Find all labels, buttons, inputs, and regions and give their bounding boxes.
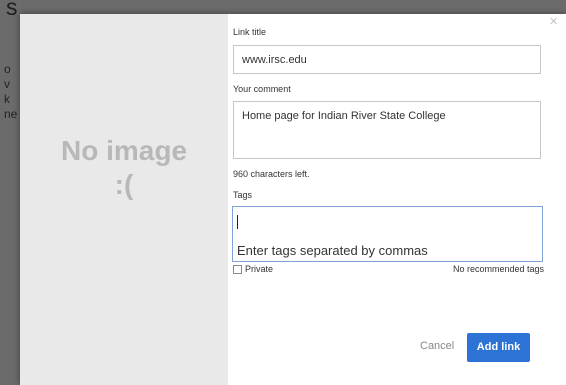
text-caret: [237, 215, 238, 229]
tags-placeholder: Enter tags separated by commas: [237, 243, 428, 258]
image-preview-placeholder: No image :(: [20, 14, 228, 385]
private-checkbox[interactable]: [233, 265, 242, 275]
private-label: Private: [245, 264, 274, 274]
characters-left-text: 960 characters left.: [233, 169, 310, 179]
add-link-dialog: No image :( × Link title Your comment Ho…: [20, 14, 566, 385]
link-title-label: Link title: [233, 27, 267, 37]
add-link-button[interactable]: Add link: [467, 333, 530, 362]
comment-label: Your comment: [233, 84, 291, 94]
link-title-input[interactable]: [233, 45, 541, 74]
close-icon[interactable]: ×: [549, 14, 558, 30]
tags-input[interactable]: Enter tags separated by commas: [232, 206, 543, 262]
comment-textarea[interactable]: Home page for Indian River State College: [233, 101, 541, 159]
private-option[interactable]: Private: [233, 264, 274, 275]
cancel-button[interactable]: Cancel: [420, 340, 454, 352]
no-recommended-tags-text: No recommended tags: [452, 264, 544, 274]
tags-label: Tags: [233, 190, 253, 200]
sad-face-text: :(: [114, 169, 134, 200]
no-image-text: No image: [60, 135, 188, 166]
